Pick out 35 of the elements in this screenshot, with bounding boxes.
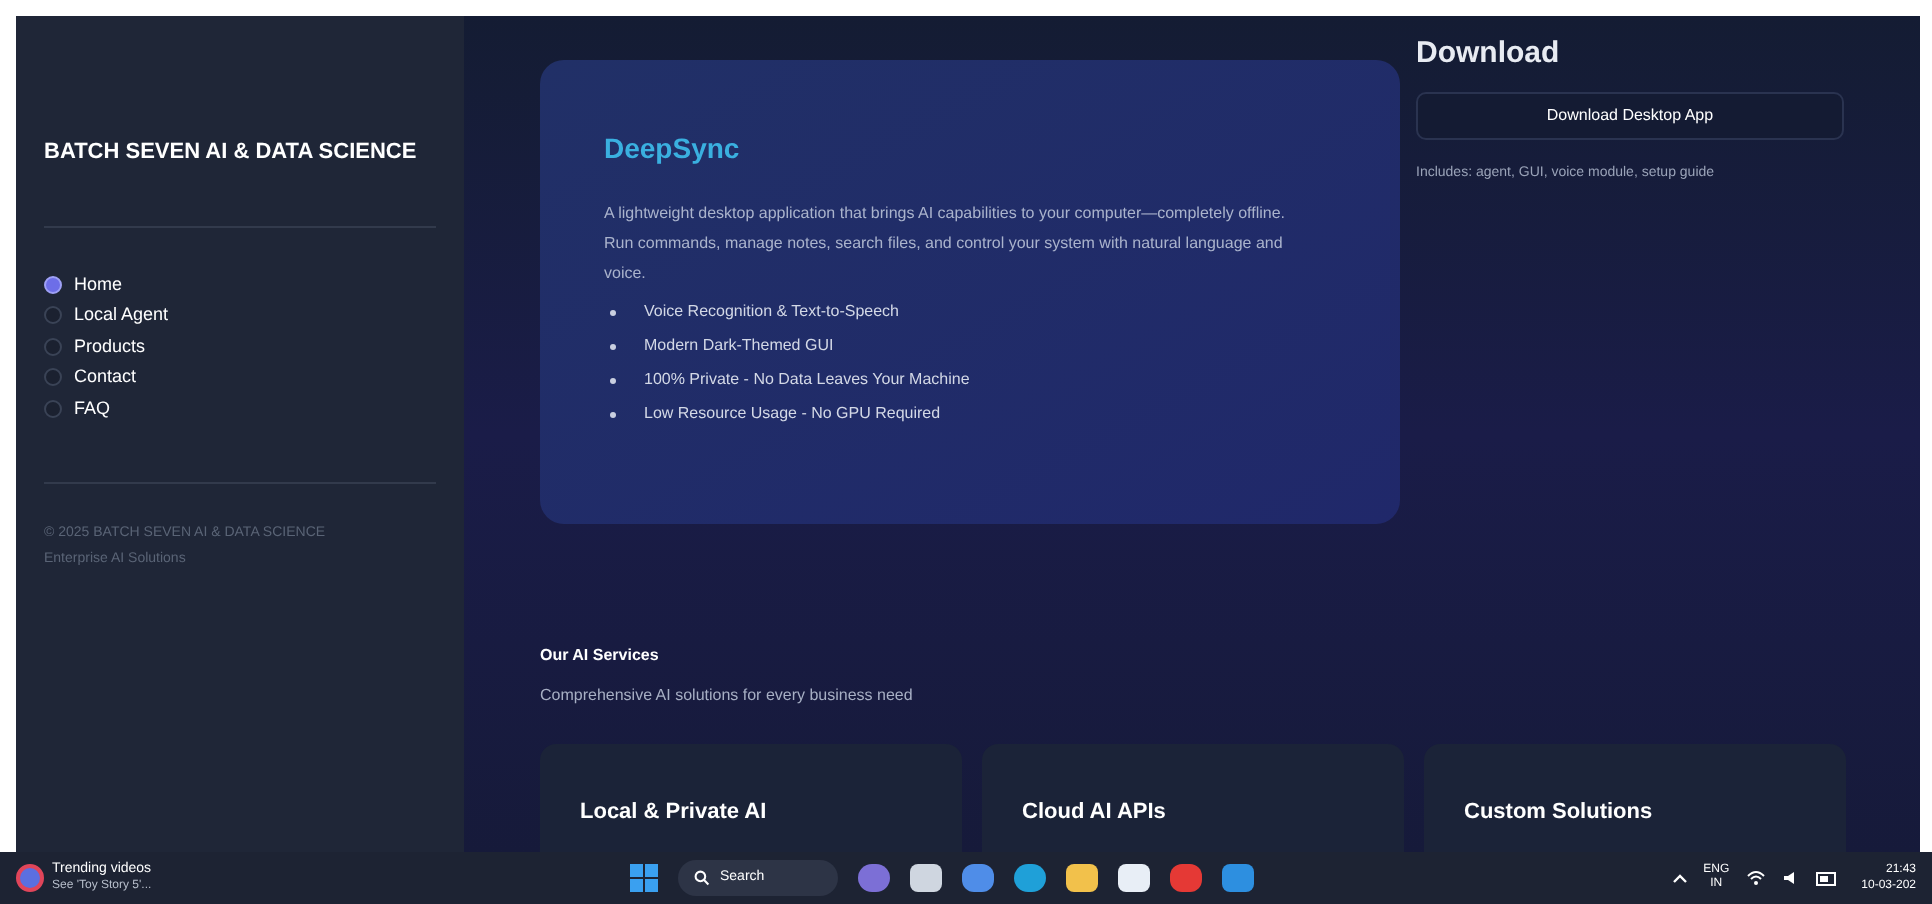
wifi-icon[interactable] [1745, 870, 1766, 886]
radio-icon[interactable] [44, 306, 62, 325]
product-title: DeepSync [604, 130, 742, 168]
radio-icon[interactable] [44, 275, 62, 294]
speaker-icon[interactable] [1781, 870, 1800, 886]
feature-text: Low Resource Usage - No GPU Required [644, 402, 941, 426]
nav-radio-item[interactable]: FAQ [44, 395, 436, 422]
download-heading: Download [1416, 34, 1562, 74]
nav-radio-item[interactable]: Products [44, 333, 436, 360]
nav-radio-item[interactable]: Local Agent [44, 302, 436, 329]
download-button[interactable]: Download Desktop App [1416, 91, 1844, 139]
start-icon[interactable] [630, 864, 658, 892]
service-title: Custom Solutions [1464, 798, 1655, 828]
bullet-icon [610, 377, 616, 383]
nav-radio-item[interactable]: Contact [44, 364, 436, 391]
radio-icon[interactable] [44, 399, 62, 418]
feature-text: Voice Recognition & Text-to-Speech [644, 300, 899, 324]
services-subtitle: Comprehensive AI solutions for every business need [540, 684, 915, 708]
bullet-icon [610, 411, 616, 417]
nav-radio-item[interactable]: Home [44, 271, 436, 298]
bullet-icon [610, 343, 616, 349]
services-heading: Our AI Services [540, 644, 661, 668]
chevron-up-icon[interactable] [1671, 872, 1688, 884]
feature-text: Modern Dark-Themed GUI [644, 334, 834, 358]
feature-text: 100% Private - No Data Leaves Your Machine [644, 368, 970, 392]
service-title: Local & Private AI [580, 798, 769, 828]
battery-icon[interactable] [1815, 871, 1838, 885]
search-icon [694, 870, 710, 886]
widget-icon [16, 864, 44, 892]
product-description: A lightweight desktop application that brings AI capabilities to your computer—completely offline. Run commands, manage notes, search files, and control your system with natural language and voice. [604, 202, 1287, 286]
radio-icon[interactable] [44, 368, 62, 387]
service-title: Cloud AI APIs [1022, 798, 1168, 828]
radio-icon[interactable] [44, 337, 62, 356]
brand-title: BATCH SEVEN AI & DATA SCIENCE [44, 138, 419, 168]
bullet-icon [610, 309, 616, 315]
